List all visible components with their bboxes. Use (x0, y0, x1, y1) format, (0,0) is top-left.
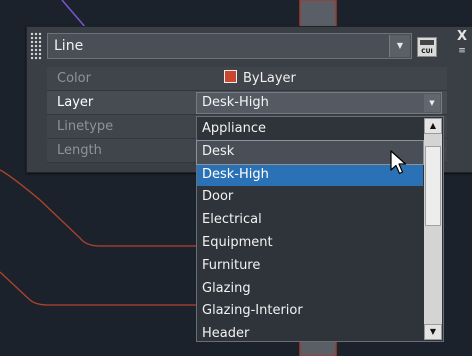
scrollbar-thumb[interactable] (425, 146, 441, 226)
layer-option[interactable]: Header (197, 323, 423, 346)
layer-option[interactable]: Glazing (197, 278, 423, 301)
property-label: Layer (57, 95, 94, 110)
scroll-up-icon[interactable]: ▲ (424, 118, 442, 134)
color-swatch-icon (224, 70, 237, 83)
layer-select-value: Desk-High (202, 95, 269, 110)
quick-select-label: CUI (421, 48, 433, 55)
scroll-down-icon[interactable]: ▼ (424, 324, 442, 340)
chevron-down-icon[interactable]: ▼ (424, 94, 440, 112)
property-label: Length (57, 143, 102, 158)
drawing-column-top (299, 0, 337, 29)
property-label: Linetype (57, 119, 114, 134)
palette-grip-handle[interactable] (30, 32, 42, 60)
drawing-line-purple (61, 0, 87, 29)
layer-option[interactable]: Electrical (197, 209, 423, 232)
mouse-pointer-icon (390, 150, 407, 175)
layer-option[interactable]: Equipment (197, 232, 423, 255)
property-value-color: ByLayer (224, 67, 296, 90)
layer-option[interactable]: Door (197, 186, 423, 209)
property-value-text: ByLayer (243, 71, 296, 86)
chevron-down-icon[interactable]: ▼ (389, 35, 410, 57)
palette-options-icon[interactable]: ≡ (455, 46, 469, 56)
layer-select[interactable]: Desk-High ▼ (196, 92, 442, 114)
layer-option[interactable]: Appliance (197, 118, 423, 141)
property-label: Color (57, 71, 91, 86)
drawing-line-red-1 (0, 169, 196, 247)
property-row-color[interactable]: Color ByLayer (47, 67, 447, 91)
quick-select-button[interactable]: CUI (417, 37, 437, 57)
drawing-line-red-2 (0, 271, 196, 306)
dropdown-scrollbar[interactable]: ▲ ▼ (424, 118, 442, 340)
layer-option[interactable]: Glazing-Interior (197, 300, 423, 323)
close-icon[interactable]: X (455, 29, 469, 44)
object-type-select[interactable]: Line ▼ (47, 33, 412, 59)
object-type-value: Line (54, 38, 84, 54)
layer-option[interactable]: Furniture (197, 255, 423, 278)
